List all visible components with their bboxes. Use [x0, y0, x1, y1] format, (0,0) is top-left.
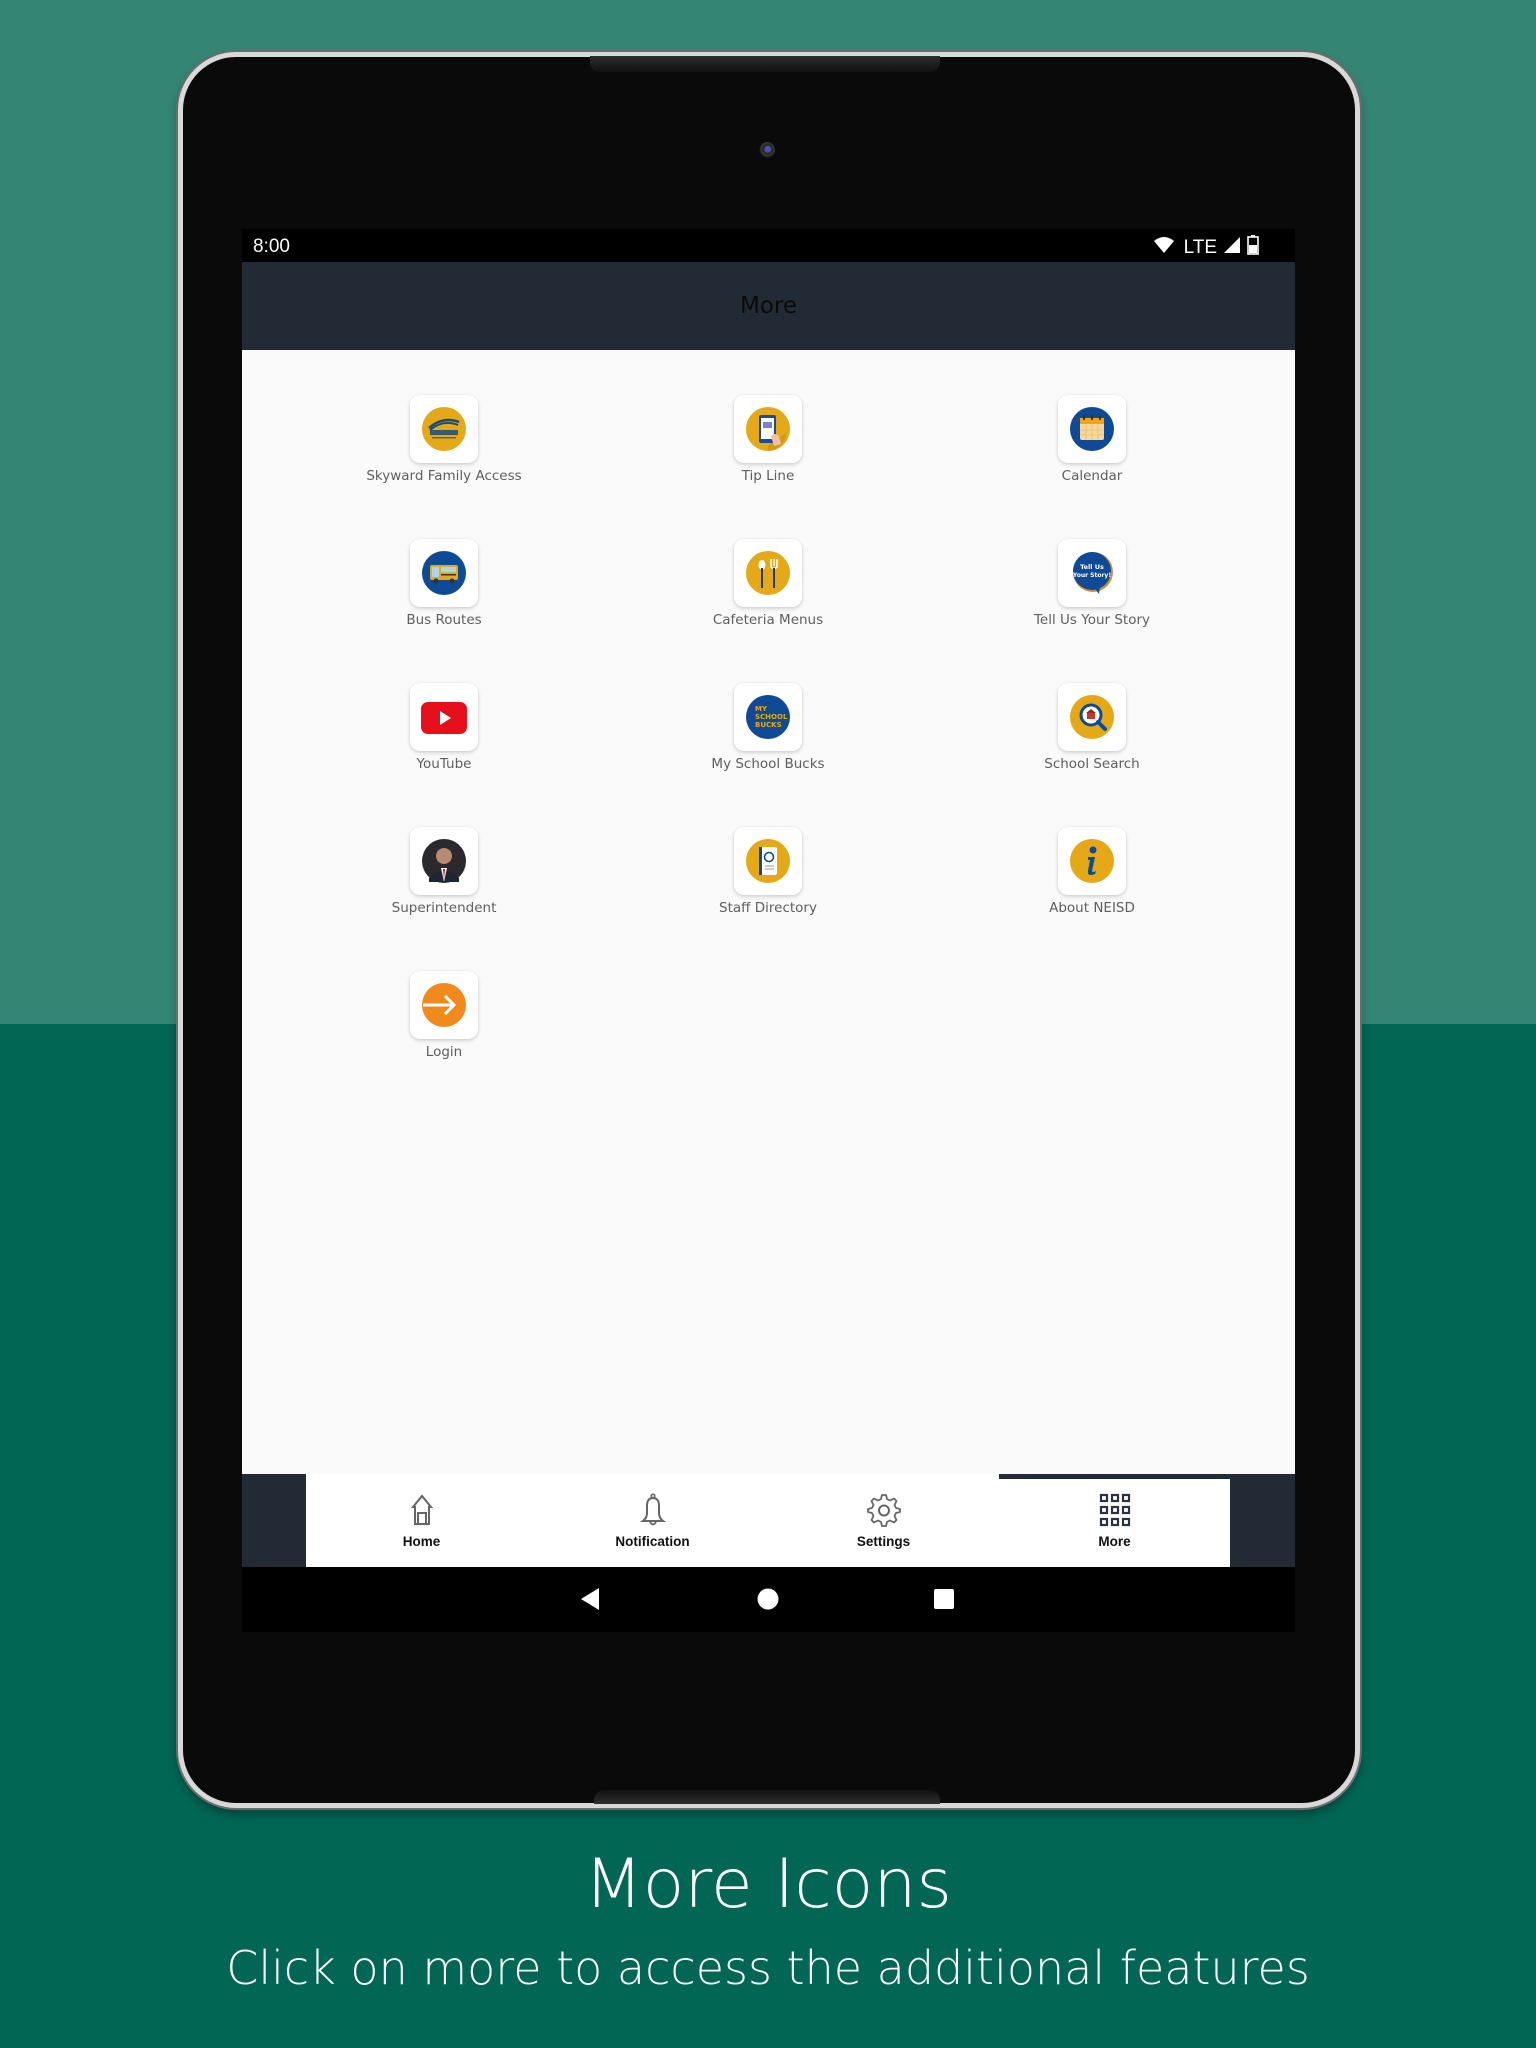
app-header: More: [242, 262, 1295, 350]
school-bucks-icon: MY SCHOOL BUCKS: [745, 694, 791, 740]
tile-card: [1058, 395, 1126, 463]
tile-staff-directory[interactable]: Staff Directory: [678, 827, 858, 917]
bucks-text-1: MY: [755, 705, 768, 713]
wifi-icon: [1153, 236, 1174, 260]
utensils-icon: [745, 550, 791, 596]
tile-card: [1058, 683, 1126, 751]
bucks-text-2: SCHOOL: [755, 713, 788, 721]
bell-icon: [635, 1492, 671, 1528]
bottom-tab-bar: Home Notification Settings More: [306, 1474, 1230, 1567]
tile-tip-line[interactable]: Tip Line: [678, 395, 858, 485]
skyward-icon: [421, 406, 467, 452]
tile-label: YouTube: [416, 756, 472, 772]
tab-home[interactable]: Home: [306, 1474, 537, 1567]
tile-label: Cafeteria Menus: [712, 612, 824, 628]
tip-line-icon: [745, 406, 791, 452]
tile-card: [734, 827, 802, 895]
tile-card: [410, 683, 478, 751]
tile-label: Skyward Family Access: [366, 468, 522, 484]
tile-label: About NEISD: [1049, 900, 1135, 916]
speech-bubble-icon: Tell Us Your Story!: [1069, 550, 1115, 596]
status-time: 8:00: [253, 236, 290, 257]
status-bar: 8:00 LTE: [242, 229, 1295, 262]
bucks-text-3: BUCKS: [755, 721, 782, 729]
tile-my-school-bucks[interactable]: MY SCHOOL BUCKS My School Bucks: [678, 683, 858, 773]
tile-skyward-family-access[interactable]: Skyward Family Access: [354, 395, 534, 485]
calendar-icon: [1069, 406, 1115, 452]
grid-icon: [1097, 1492, 1133, 1528]
tile-card: [410, 827, 478, 895]
page-title: More: [739, 293, 798, 319]
tile-label: Login: [425, 1044, 463, 1060]
tile-label: My School Bucks: [711, 756, 825, 772]
tile-card: [1058, 827, 1126, 895]
tile-card: [410, 539, 478, 607]
tile-card: [410, 395, 478, 463]
tile-label: Calendar: [1061, 468, 1123, 484]
school-search-icon: [1069, 694, 1115, 740]
home-icon: [404, 1492, 440, 1528]
more-grid: Skyward Family Access Tip Line Calendar …: [242, 350, 1295, 1632]
tab-label: More: [1098, 1534, 1131, 1549]
recents-icon[interactable]: [933, 1587, 955, 1615]
tile-about-neisd[interactable]: About NEISD: [1002, 827, 1182, 917]
caption-subtitle: Click on more to access the additional f…: [226, 1941, 1310, 1995]
tile-label: Bus Routes: [406, 612, 482, 628]
network-type: LTE: [1183, 237, 1217, 258]
tile-label: Staff Directory: [719, 900, 817, 916]
front-camera-icon: [759, 142, 775, 158]
tile-card: [734, 539, 802, 607]
tablet-top-notch: [590, 56, 940, 72]
tab-settings[interactable]: Settings: [768, 1474, 999, 1567]
tile-bus-routes[interactable]: Bus Routes: [354, 539, 534, 629]
tablet-bottom-notch: [594, 1790, 940, 1804]
tile-school-search[interactable]: School Search: [1002, 683, 1182, 773]
tile-superintendent[interactable]: Superintendent: [354, 827, 534, 917]
tab-label: Settings: [856, 1534, 911, 1549]
youtube-icon: [421, 694, 467, 740]
superintendent-photo-icon: [421, 838, 467, 884]
active-tab-indicator: [999, 1474, 1230, 1479]
address-book-icon: [745, 838, 791, 884]
tile-card: [734, 395, 802, 463]
gear-icon: [866, 1492, 902, 1528]
home-circle-icon[interactable]: [756, 1587, 780, 1615]
tile-tell-us-your-story[interactable]: Tell Us Your Story! Tell Us Your Story: [1002, 539, 1182, 629]
tab-notification[interactable]: Notification: [537, 1474, 768, 1567]
device-screen: 8:00 LTE More Skyward Family Access Tip …: [242, 229, 1295, 1632]
tile-label: Superintendent: [391, 900, 497, 916]
tile-card: MY SCHOOL BUCKS: [734, 683, 802, 751]
battery-icon: [1247, 235, 1259, 261]
tile-cafeteria-menus[interactable]: Cafeteria Menus: [678, 539, 858, 629]
login-arrow-icon: [421, 982, 467, 1028]
tile-label: Tip Line: [741, 468, 795, 484]
tile-calendar[interactable]: Calendar: [1002, 395, 1182, 485]
tab-more[interactable]: More: [999, 1474, 1230, 1567]
system-nav-bar: [242, 1567, 1295, 1632]
back-icon[interactable]: [579, 1587, 601, 1615]
tile-card: Tell Us Your Story!: [1058, 539, 1126, 607]
tab-label: Home: [402, 1534, 441, 1549]
bubble-text-2: Your Story!: [1072, 572, 1111, 579]
tile-login[interactable]: Login: [354, 971, 534, 1061]
tile-label: School Search: [1044, 756, 1140, 772]
status-icons: LTE: [1153, 235, 1259, 261]
cell-signal-icon: [1223, 236, 1241, 260]
tab-label: Notification: [615, 1534, 690, 1549]
tile-label: Tell Us Your Story: [1033, 612, 1151, 628]
tile-youtube[interactable]: YouTube: [354, 683, 534, 773]
tile-card: [410, 971, 478, 1039]
bubble-text-1: Tell Us: [1080, 563, 1104, 571]
info-icon: [1069, 838, 1115, 884]
bus-icon: [421, 550, 467, 596]
caption-title: More Icons: [584, 1845, 952, 1924]
